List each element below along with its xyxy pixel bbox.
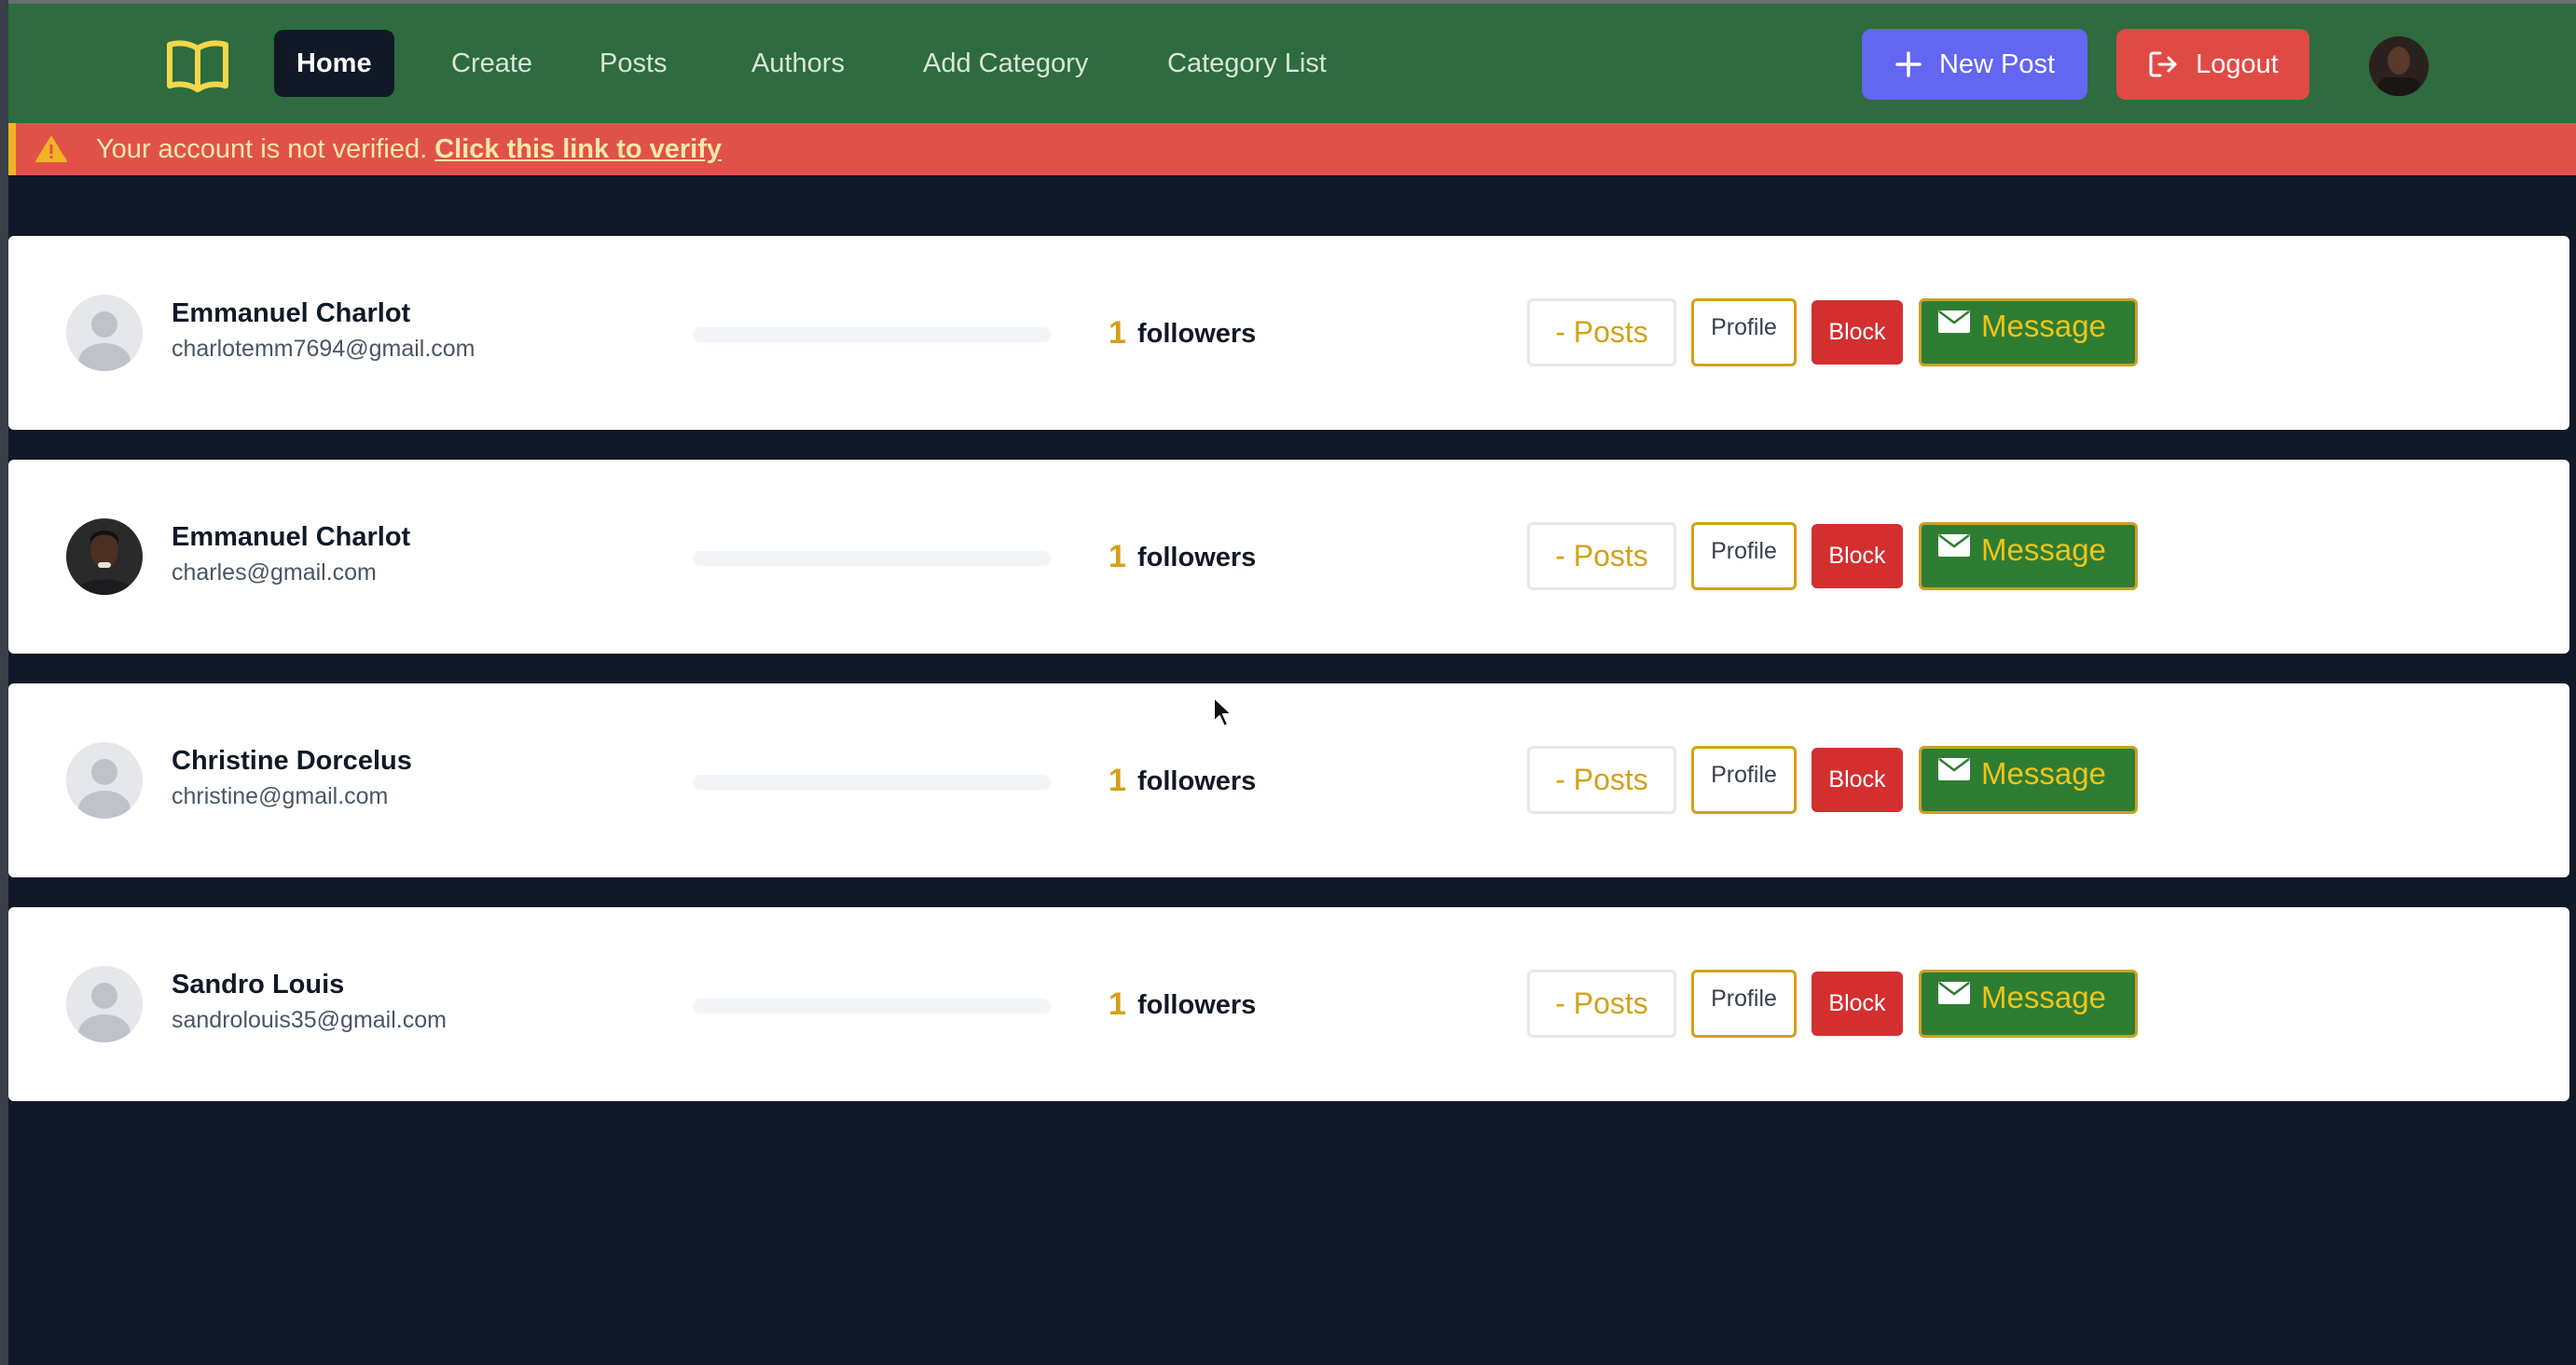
author-name[interactable]: Christine Dorcelus bbox=[172, 746, 412, 777]
message-label: Message bbox=[1981, 980, 2106, 1014]
followers-count: 1 bbox=[1109, 539, 1126, 574]
message-button[interactable]: Message bbox=[1919, 298, 2138, 366]
new-post-label: New Post bbox=[1938, 48, 2056, 79]
mail-icon bbox=[1938, 758, 1970, 780]
message-label: Message bbox=[1981, 756, 2106, 791]
author-card: Christine Dorcelus christine@gmail.com 1… bbox=[8, 683, 2569, 877]
nav-category-list[interactable]: Category List bbox=[1145, 30, 1349, 97]
author-email: christine@gmail.com bbox=[172, 783, 389, 809]
nav-authors[interactable]: Authors bbox=[729, 30, 867, 97]
logout-label: Logout bbox=[2196, 48, 2279, 79]
window-left-edge bbox=[0, 0, 8, 1365]
plus-icon bbox=[1895, 51, 1922, 77]
loading-bar bbox=[693, 775, 1051, 790]
nav-posts[interactable]: Posts bbox=[577, 30, 690, 97]
followers-label: followers bbox=[1137, 766, 1257, 796]
profile-button[interactable]: Profile bbox=[1691, 746, 1797, 814]
user-avatar[interactable] bbox=[2369, 36, 2429, 96]
profile-button[interactable]: Profile bbox=[1691, 522, 1797, 590]
followers-count: 1 bbox=[1109, 986, 1126, 1022]
nav-add-category[interactable]: Add Category bbox=[901, 30, 1110, 97]
message-label: Message bbox=[1981, 309, 2106, 343]
message-button[interactable]: Message bbox=[1919, 746, 2138, 814]
open-book-icon[interactable] bbox=[160, 35, 235, 95]
followers-count: 1 bbox=[1109, 763, 1126, 798]
new-post-button[interactable]: New Post bbox=[1862, 29, 2087, 100]
author-name[interactable]: Emmanuel Charlot bbox=[172, 522, 410, 553]
mail-icon bbox=[1938, 534, 1970, 557]
mail-icon bbox=[1938, 982, 1970, 1004]
followers-count: 1 bbox=[1109, 315, 1126, 351]
logout-button[interactable]: Logout bbox=[2116, 29, 2309, 100]
top-navbar: Home Create Posts Authors Add Category C… bbox=[8, 4, 2576, 123]
followers-label: followers bbox=[1137, 319, 1257, 349]
mouse-cursor-icon bbox=[1213, 696, 1233, 727]
posts-button[interactable]: - Posts bbox=[1527, 522, 1676, 590]
author-email: charlotemm7694@gmail.com bbox=[172, 336, 475, 362]
message-button[interactable]: Message bbox=[1919, 522, 2138, 590]
nav-home[interactable]: Home bbox=[274, 30, 394, 97]
author-card: Sandro Louis sandrolouis35@gmail.com 1 f… bbox=[8, 907, 2569, 1101]
avatar bbox=[66, 742, 143, 819]
logout-icon bbox=[2149, 51, 2177, 77]
followers-label: followers bbox=[1137, 990, 1257, 1020]
avatar bbox=[66, 295, 143, 371]
message-button[interactable]: Message bbox=[1919, 970, 2138, 1038]
block-button[interactable]: Block bbox=[1811, 748, 1903, 812]
block-button[interactable]: Block bbox=[1811, 972, 1903, 1036]
profile-button[interactable]: Profile bbox=[1691, 298, 1797, 366]
posts-button[interactable]: - Posts bbox=[1527, 970, 1676, 1038]
alert-text: Your account is not verified. bbox=[96, 133, 428, 164]
author-card: Emmanuel Charlot charlotemm7694@gmail.co… bbox=[8, 236, 2569, 430]
avatar bbox=[66, 966, 143, 1042]
author-card: Emmanuel Charlot charles@gmail.com 1 fol… bbox=[8, 460, 2569, 654]
author-email: charles@gmail.com bbox=[172, 559, 377, 586]
loading-bar bbox=[693, 999, 1051, 1013]
verify-link[interactable]: Click this link to verify bbox=[434, 134, 722, 165]
author-email: sandrolouis35@gmail.com bbox=[172, 1007, 447, 1033]
loading-bar bbox=[693, 327, 1051, 342]
author-name[interactable]: Emmanuel Charlot bbox=[172, 298, 410, 329]
message-label: Message bbox=[1981, 532, 2106, 567]
block-button[interactable]: Block bbox=[1811, 524, 1903, 588]
profile-button[interactable]: Profile bbox=[1691, 970, 1797, 1038]
loading-bar bbox=[693, 551, 1051, 566]
followers-label: followers bbox=[1137, 543, 1257, 572]
avatar bbox=[66, 518, 143, 595]
verification-alert: Your account is not verified. Click this… bbox=[8, 123, 2576, 175]
block-button[interactable]: Block bbox=[1811, 300, 1903, 365]
posts-button[interactable]: - Posts bbox=[1527, 298, 1676, 366]
posts-button[interactable]: - Posts bbox=[1527, 746, 1676, 814]
nav-create[interactable]: Create bbox=[429, 30, 555, 97]
warning-icon bbox=[35, 136, 67, 162]
mail-icon bbox=[1938, 310, 1970, 333]
author-name[interactable]: Sandro Louis bbox=[172, 970, 344, 1000]
